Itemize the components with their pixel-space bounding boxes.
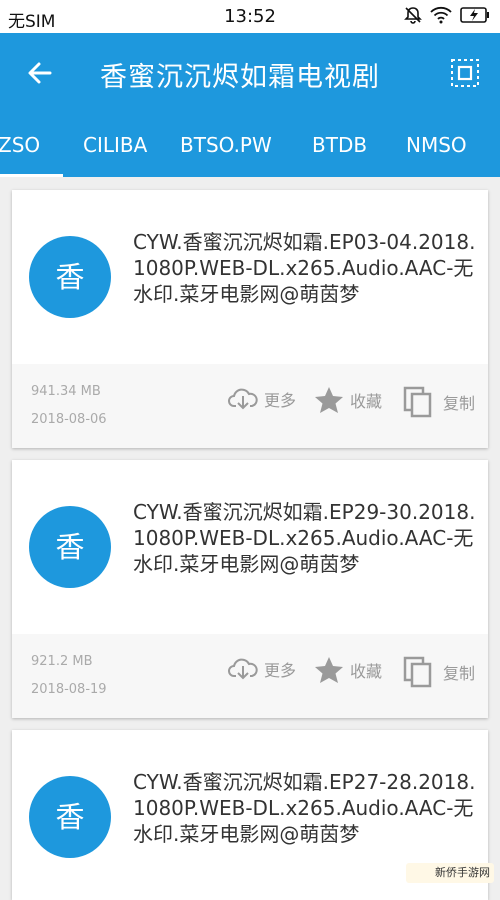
- card-footer: 941.34 MB 2018-08-06 更多 收藏 复制: [12, 364, 488, 448]
- favorite-label: 收藏: [350, 392, 383, 411]
- copy-label: 复制: [443, 394, 476, 413]
- select-all-icon[interactable]: [450, 58, 480, 88]
- copy-button[interactable]: 复制: [403, 656, 475, 688]
- avatar: 香: [29, 776, 111, 858]
- tab-nmso[interactable]: NMSO: [406, 133, 467, 157]
- more-button[interactable]: 更多: [228, 386, 296, 412]
- copy-label: 复制: [443, 664, 476, 683]
- tab-ciliba[interactable]: CILIBA: [83, 133, 147, 157]
- tab-indicator: [0, 174, 63, 177]
- wifi-icon: [430, 6, 452, 24]
- file-date: 2018-08-06: [31, 412, 107, 427]
- more-label: 更多: [264, 661, 297, 680]
- more-label: 更多: [264, 391, 297, 410]
- favorite-button[interactable]: 收藏: [314, 386, 382, 414]
- cloud-download-icon: [228, 658, 258, 680]
- status-bar: 无SIM 13:52: [0, 0, 500, 33]
- file-size: 941.34 MB: [31, 384, 101, 399]
- copy-button[interactable]: 复制: [403, 386, 475, 418]
- star-icon: [315, 387, 343, 413]
- tab-btso-pw[interactable]: BTSO.PW: [180, 133, 272, 157]
- star-icon: [315, 657, 343, 683]
- watermark-logo: 新侨手游网: [406, 863, 494, 883]
- favorite-button[interactable]: 收藏: [314, 656, 382, 684]
- avatar: 香: [29, 506, 111, 588]
- battery-charging-icon: [460, 7, 489, 23]
- back-arrow-icon[interactable]: [22, 55, 58, 91]
- file-size: 921.2 MB: [31, 654, 93, 669]
- source-tabs: ZSO CILIBA BTSO.PW BTDB NMSO: [0, 115, 500, 177]
- favorite-label: 收藏: [350, 662, 383, 681]
- page-title: 香蜜沉沉烬如霜电视剧: [100, 62, 380, 93]
- result-title[interactable]: CYW.香蜜沉沉烬如霜.EP03-04.2018.1080P.WEB-DL.x2…: [133, 229, 478, 307]
- card-footer: 921.2 MB 2018-08-19 更多 收藏 复制: [12, 634, 488, 718]
- result-card[interactable]: 香 CYW.香蜜沉沉烬如霜.EP03-04.2018.1080P.WEB-DL.…: [12, 190, 488, 448]
- more-button[interactable]: 更多: [228, 656, 296, 682]
- tab-btdb[interactable]: BTDB: [312, 133, 367, 157]
- mute-bell-icon: [404, 7, 422, 24]
- app-bar: 香蜜沉沉烬如霜电视剧: [0, 33, 500, 115]
- cloud-download-icon: [228, 388, 258, 410]
- result-title[interactable]: CYW.香蜜沉沉烬如霜.EP27-28.2018.1080P.WEB-DL.x2…: [133, 769, 478, 847]
- avatar: 香: [29, 236, 111, 318]
- tab-zso[interactable]: ZSO: [0, 133, 40, 157]
- file-date: 2018-08-19: [31, 682, 107, 697]
- result-title[interactable]: CYW.香蜜沉沉烬如霜.EP29-30.2018.1080P.WEB-DL.x2…: [133, 499, 478, 577]
- copy-icon: [403, 656, 432, 688]
- result-card[interactable]: 香 CYW.香蜜沉沉烬如霜.EP29-30.2018.1080P.WEB-DL.…: [12, 460, 488, 718]
- copy-icon: [403, 386, 432, 418]
- status-icons: [404, 6, 490, 24]
